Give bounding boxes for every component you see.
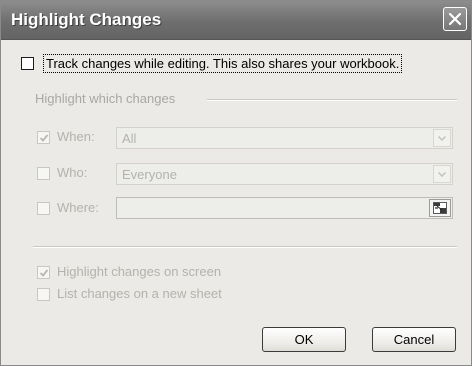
range-selector-button[interactable] — [429, 199, 451, 217]
options-divider — [33, 246, 457, 248]
track-changes-checkbox[interactable] — [21, 57, 34, 70]
highlight-on-screen-label: Highlight changes on screen — [57, 264, 222, 279]
list-on-new-sheet-checkbox[interactable] — [37, 288, 50, 301]
track-changes-label[interactable]: Track changes while editing. This also s… — [43, 54, 403, 73]
highlight-changes-dialog: Highlight Changes Track changes while ed… — [0, 0, 472, 366]
chevron-down-icon — [438, 136, 446, 141]
group-divider — [207, 99, 457, 101]
list-on-new-sheet-label: List changes on a new sheet — [57, 286, 222, 301]
dialog-title: Highlight Changes — [11, 10, 162, 29]
checkmark-icon — [39, 134, 49, 142]
who-label: Who: — [57, 165, 88, 180]
when-value: All — [122, 131, 137, 146]
who-dropdown[interactable]: Everyone — [116, 163, 453, 185]
highlight-on-screen-checkbox[interactable] — [37, 266, 50, 279]
who-checkbox[interactable] — [37, 167, 50, 180]
who-value: Everyone — [122, 167, 177, 182]
highlight-group-label: Highlight which changes — [35, 91, 176, 106]
close-icon — [448, 12, 462, 26]
cancel-button[interactable]: Cancel — [372, 327, 456, 352]
ok-button[interactable]: OK — [262, 327, 346, 352]
chevron-down-icon — [438, 172, 446, 177]
when-dropdown[interactable]: All — [116, 127, 453, 149]
where-label: Where: — [57, 200, 99, 215]
range-selector-icon — [433, 202, 447, 214]
checkmark-icon — [39, 269, 49, 277]
when-label: When: — [57, 129, 95, 144]
title-bar[interactable]: Highlight Changes — [1, 1, 471, 40]
where-range-input[interactable] — [116, 197, 453, 219]
close-button[interactable] — [443, 7, 467, 31]
where-checkbox[interactable] — [37, 202, 50, 215]
when-checkbox[interactable] — [37, 131, 50, 144]
who-dropdown-arrow[interactable] — [433, 165, 451, 183]
when-dropdown-arrow[interactable] — [433, 129, 451, 147]
